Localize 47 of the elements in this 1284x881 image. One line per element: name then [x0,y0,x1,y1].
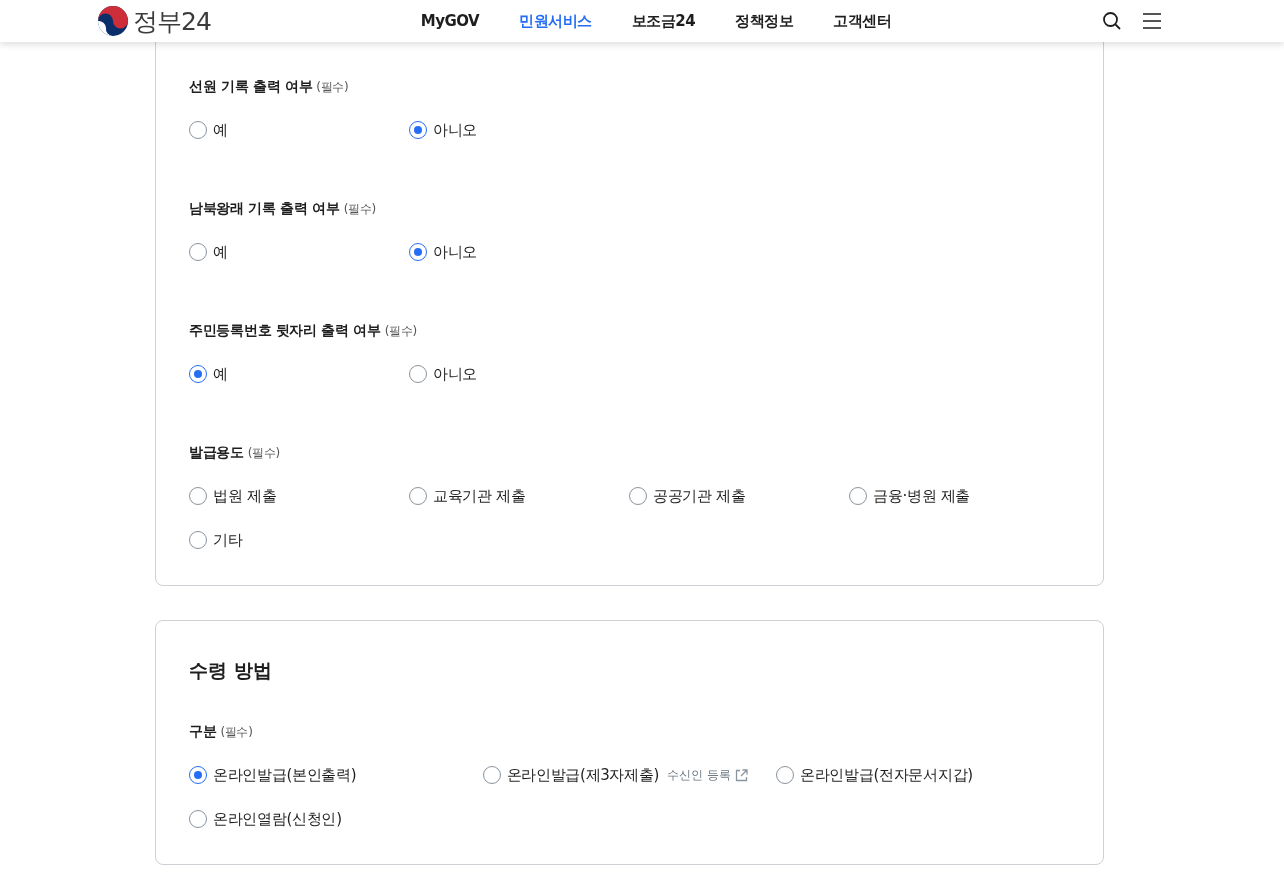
radio-button[interactable] [409,365,427,383]
radio-button[interactable] [409,487,427,505]
search-icon[interactable] [1101,10,1123,32]
radio-button[interactable] [189,121,207,139]
menu-icon[interactable] [1141,10,1163,32]
radio-option[interactable]: 금융·병원 제출 [849,484,971,508]
radio-option[interactable]: 예 [189,240,228,264]
nav-link[interactable]: MyGOV [420,11,480,31]
radio-option[interactable]: 법원 제출 [189,484,277,508]
radio-option[interactable]: 온라인발급(본인출력) [189,763,357,787]
radio-option[interactable]: 예 [189,362,228,386]
radio-option[interactable]: 교육기관 제출 [409,484,526,508]
radio-button[interactable] [189,810,207,828]
radio-option[interactable]: 예 [189,118,228,142]
nav-link[interactable]: 정책정보 [735,11,794,31]
radio-option[interactable]: 아니오 [409,240,478,264]
radio-option[interactable]: 공공기관 제출 [629,484,746,508]
radio-option[interactable]: 기타 [189,528,243,552]
radio-option[interactable]: 온라인발급(전자문서지갑) [776,763,973,787]
logo-text[interactable]: 정부24 [133,4,211,38]
radio-button[interactable] [482,766,501,784]
field-label: 주민등록번호 뒷자리 출력 여부 (필수) [189,321,418,340]
nav-link[interactable]: 보조금24 [631,11,696,31]
nav-link[interactable]: 민원서비스 [519,11,592,31]
radio-button[interactable] [189,531,207,549]
radio-button[interactable] [849,487,867,505]
radio-button[interactable] [189,365,207,383]
radio-button[interactable] [409,243,427,261]
nav-link[interactable]: 고객센터 [833,11,892,31]
register-recipient-link[interactable]: 수신인 등록 [667,766,748,784]
radio-button[interactable] [189,487,207,505]
section-title: 수령 방법 [189,658,273,683]
field-label: 구분 (필수) [189,722,254,741]
radio-button[interactable] [629,487,647,505]
field-label: 발급용도 (필수) [189,443,281,462]
external-link-icon [735,768,748,782]
radio-button[interactable] [409,121,427,139]
radio-option[interactable]: 아니오 [409,118,478,142]
logo-icon [97,5,129,37]
radio-option[interactable]: 아니오 [409,362,478,386]
radio-button[interactable] [189,243,207,261]
radio-button[interactable] [189,766,207,784]
radio-option[interactable]: 온라인열람(신청인) [189,807,342,831]
radio-button[interactable] [776,766,794,784]
radio-option[interactable]: 온라인발급(제3자제출) [482,763,660,787]
field-label: 남북왕래 기록 출력 여부 (필수) [189,199,377,218]
field-label: 선원 기록 출력 여부 (필수) [189,77,350,96]
